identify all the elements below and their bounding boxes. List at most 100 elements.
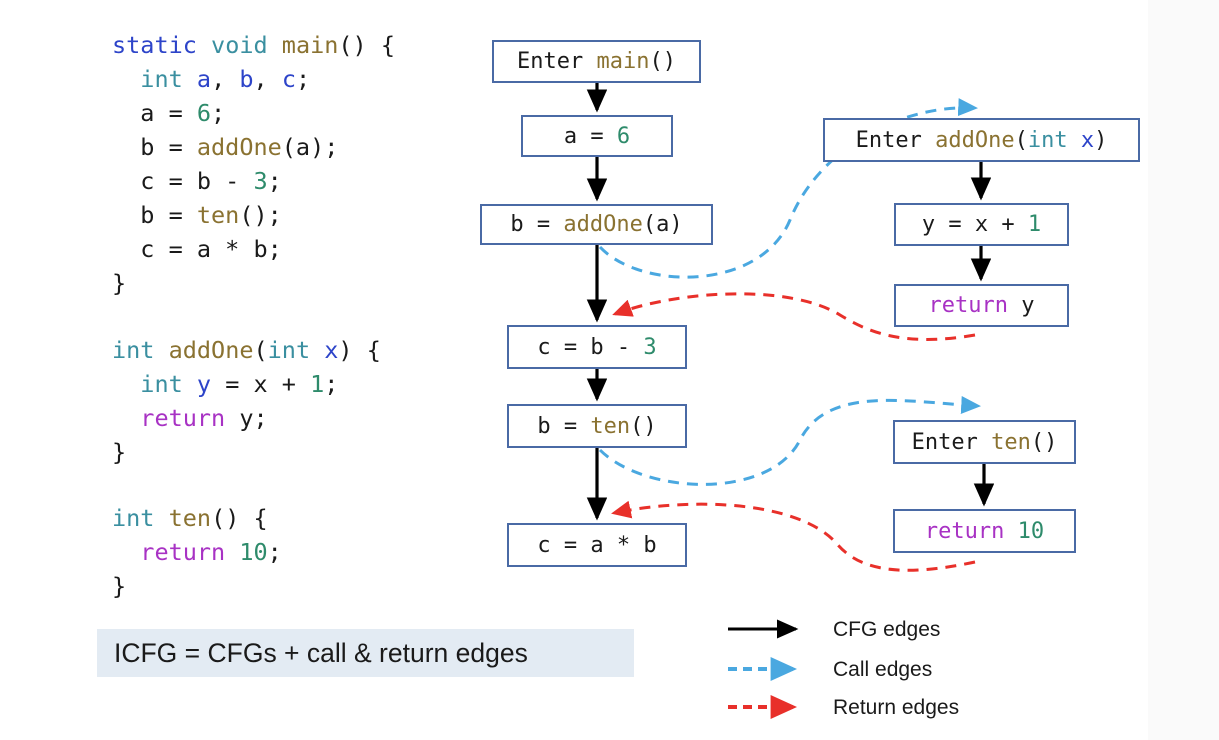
cfg-node-b-equals-ten[interactable]: b = ten()	[507, 404, 687, 448]
node-token: 3	[643, 334, 657, 360]
source-code-ten: int ten() { return 10;}	[112, 501, 282, 603]
code-main-line-1: int a, b, c;	[112, 62, 395, 96]
node-token: addOne	[935, 127, 1015, 153]
code-token: ;	[324, 370, 339, 398]
code-ten-line-2: }	[112, 569, 282, 603]
node-token: (	[1014, 127, 1028, 153]
node-token: 10	[1017, 518, 1045, 544]
code-main-line-2: a = 6;	[112, 96, 395, 130]
code-token: 1	[310, 370, 325, 398]
node-token: a =	[563, 123, 617, 149]
code-token: y	[196, 370, 212, 398]
cfg-node-a-equals-6[interactable]: a = 6	[521, 115, 673, 157]
code-token: () {	[211, 504, 268, 532]
code-token: ();	[239, 201, 282, 229]
code-token: ;	[267, 538, 282, 566]
code-token: c	[281, 65, 296, 93]
code-token: ,	[211, 65, 240, 93]
code-token: (a);	[281, 133, 339, 161]
node-token	[1068, 128, 1081, 153]
code-main-line-5: b = ten();	[112, 198, 395, 232]
cfg-node-b-equals-addone-a[interactable]: b = addOne (a)	[480, 204, 713, 245]
node-token: y	[1007, 293, 1035, 318]
legend-label-cfg-edges: CFG edges	[833, 618, 941, 641]
code-token: () {	[338, 31, 395, 59]
node-token: return	[924, 518, 1005, 544]
code-token: }	[112, 438, 127, 466]
node-token: main	[596, 49, 650, 74]
node-token: return	[928, 293, 1008, 318]
cfg-node-return-10[interactable]: return 10	[893, 509, 1076, 553]
code-token: ,	[253, 65, 282, 93]
code-main-line-7: }	[112, 266, 395, 300]
cfg-node-c-equals-b-minus-3[interactable]: c = b - 3	[507, 325, 687, 369]
code-token: ;	[211, 99, 226, 127]
code-token: c = a * b;	[112, 235, 282, 263]
code-addone-line-2: return y;	[112, 401, 381, 435]
code-main-line-3: b = addOne(a);	[112, 130, 395, 164]
code-token: 6	[196, 99, 212, 127]
node-token	[1004, 519, 1017, 544]
node-token: 1	[1027, 212, 1042, 237]
node-token: )	[1094, 127, 1108, 153]
code-ten-line-1: return 10;	[112, 535, 282, 569]
node-token: y = x +	[921, 212, 1028, 237]
node-token: b =	[510, 212, 564, 237]
code-token: c = b -	[112, 167, 254, 195]
code-token: (	[253, 336, 268, 364]
node-token: Enter	[855, 127, 936, 153]
cfg-node-return-y[interactable]: return y	[894, 284, 1069, 327]
cfg-node-enter-ten[interactable]: Enter ten()	[893, 420, 1076, 464]
code-token: addOne	[168, 336, 254, 364]
code-token: int	[112, 336, 155, 364]
code-main-line-0: static void main() {	[112, 28, 395, 62]
node-token: b =	[537, 413, 591, 439]
icfg-slide: static void main() { int a, b, c; a = 6;…	[0, 0, 1219, 740]
code-token: ;	[295, 65, 311, 93]
code-token: }	[112, 269, 127, 297]
code-main-line-6: c = a * b;	[112, 232, 395, 266]
cfg-node-enter-addone[interactable]: Enter addOne(int x)	[823, 118, 1140, 162]
cfg-node-y-equals-x-plus-1[interactable]: y = x + 1	[894, 203, 1069, 246]
code-token: a	[196, 65, 212, 93]
code-token: ) {	[338, 336, 381, 364]
code-token: return	[140, 404, 226, 432]
node-token: Enter	[911, 429, 992, 455]
code-token: void	[211, 31, 268, 59]
code-token: ten	[196, 201, 240, 229]
node-token: (a)	[642, 212, 683, 237]
code-token: static	[112, 31, 197, 59]
node-token: addOne	[563, 212, 643, 237]
code-token: addOne	[196, 133, 282, 161]
cfg-node-enter-main[interactable]: Enter main()	[492, 40, 701, 83]
node-token: ten	[991, 429, 1031, 455]
node-token: int	[1027, 127, 1068, 153]
cfg-node-c-equals-a-times-b[interactable]: c = a * b	[507, 523, 687, 567]
icfg-caption: ICFG = CFGs + call & return edges	[97, 629, 634, 677]
code-main-line-4: c = b - 3;	[112, 164, 395, 198]
code-token: int	[140, 65, 183, 93]
code-addone-line-3: }	[112, 435, 381, 469]
code-token: 3	[253, 167, 268, 195]
code-token: b =	[112, 133, 197, 161]
node-token: ()	[630, 413, 657, 439]
code-token: return	[140, 538, 226, 566]
code-token: a =	[112, 99, 197, 127]
node-token: Enter	[517, 49, 597, 74]
node-token: c = a * b	[537, 532, 657, 558]
code-token: ;	[267, 167, 282, 195]
code-token: x	[324, 336, 339, 364]
code-token: y;	[225, 404, 268, 432]
code-token: int	[140, 370, 183, 398]
